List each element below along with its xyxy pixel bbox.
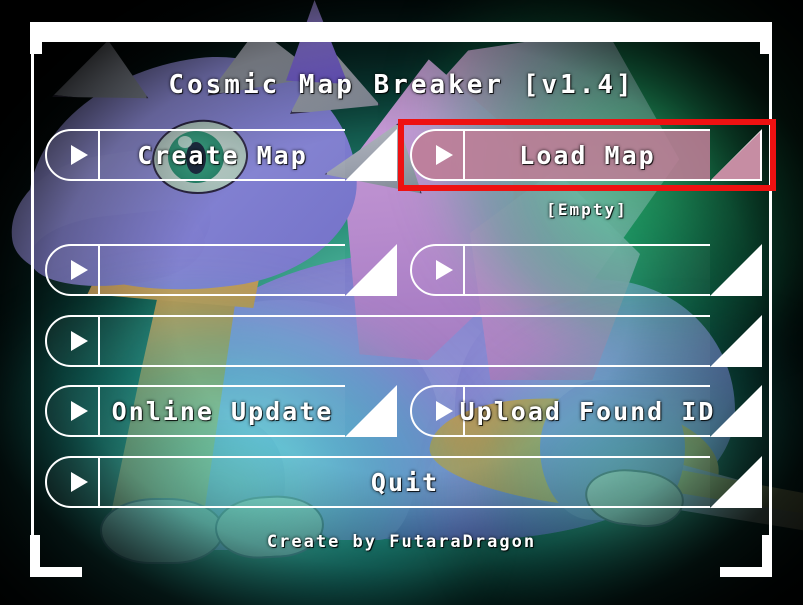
play-arrow-icon (71, 145, 88, 165)
menu-button-label: Online Update (111, 396, 334, 426)
menu-button-load-map[interactable]: Load Map (410, 129, 765, 181)
menu-button-label: Quit (370, 467, 440, 497)
play-arrow-icon (436, 260, 453, 280)
credit-label: Create by FutaraDragon (266, 532, 537, 552)
button-tip (345, 244, 397, 296)
button-body: Quit (100, 456, 710, 508)
button-tip (345, 385, 397, 437)
menu-button-label: Create Map (137, 140, 308, 170)
menu-button-online-update[interactable]: Online Update (45, 385, 400, 437)
button-tip (710, 456, 762, 508)
button-tip (710, 244, 762, 296)
page-title: Cosmic Map Breaker [v1.4] (168, 70, 635, 100)
button-body (100, 315, 710, 367)
slot-status-label: [Empty] (546, 200, 628, 219)
frame-left-edge (31, 48, 34, 538)
button-body (100, 244, 345, 296)
button-body: Create Map (100, 129, 345, 181)
play-arrow-icon (436, 145, 453, 165)
play-arrow-icon (71, 331, 88, 351)
menu-button-quit[interactable]: Quit (45, 456, 765, 508)
button-tip (345, 129, 397, 181)
frame-corner-bottom-right-horizontal (720, 567, 772, 577)
menu-button-label: Upload Found ID (459, 396, 716, 426)
menu-overlay: Cosmic Map Breaker [v1.4] Create Map Loa… (0, 0, 803, 605)
play-arrow-icon (71, 260, 88, 280)
frame-corner-bottom-left-horizontal (30, 567, 82, 577)
menu-button-empty-slot-1[interactable] (45, 244, 400, 296)
play-arrow-icon (71, 472, 88, 492)
button-tip (710, 129, 762, 181)
button-body (465, 244, 710, 296)
button-body: Load Map (465, 129, 710, 181)
play-arrow-icon (71, 401, 88, 421)
menu-button-label: Load Map (519, 140, 656, 170)
frame-top-bar (30, 22, 772, 42)
button-body: Online Update (100, 385, 345, 437)
game-screen: Cosmic Map Breaker [v1.4] Create Map Loa… (0, 0, 803, 605)
play-arrow-icon (436, 401, 453, 421)
button-tip (710, 315, 762, 367)
menu-button-empty-slot-2[interactable] (410, 244, 765, 296)
button-tip (710, 385, 762, 437)
menu-button-upload-found-id[interactable]: Upload Found ID (410, 385, 765, 437)
menu-button-empty-slot-3[interactable] (45, 315, 765, 367)
frame-right-edge (769, 48, 772, 538)
menu-button-create-map[interactable]: Create Map (45, 129, 400, 181)
button-body: Upload Found ID (460, 385, 713, 437)
